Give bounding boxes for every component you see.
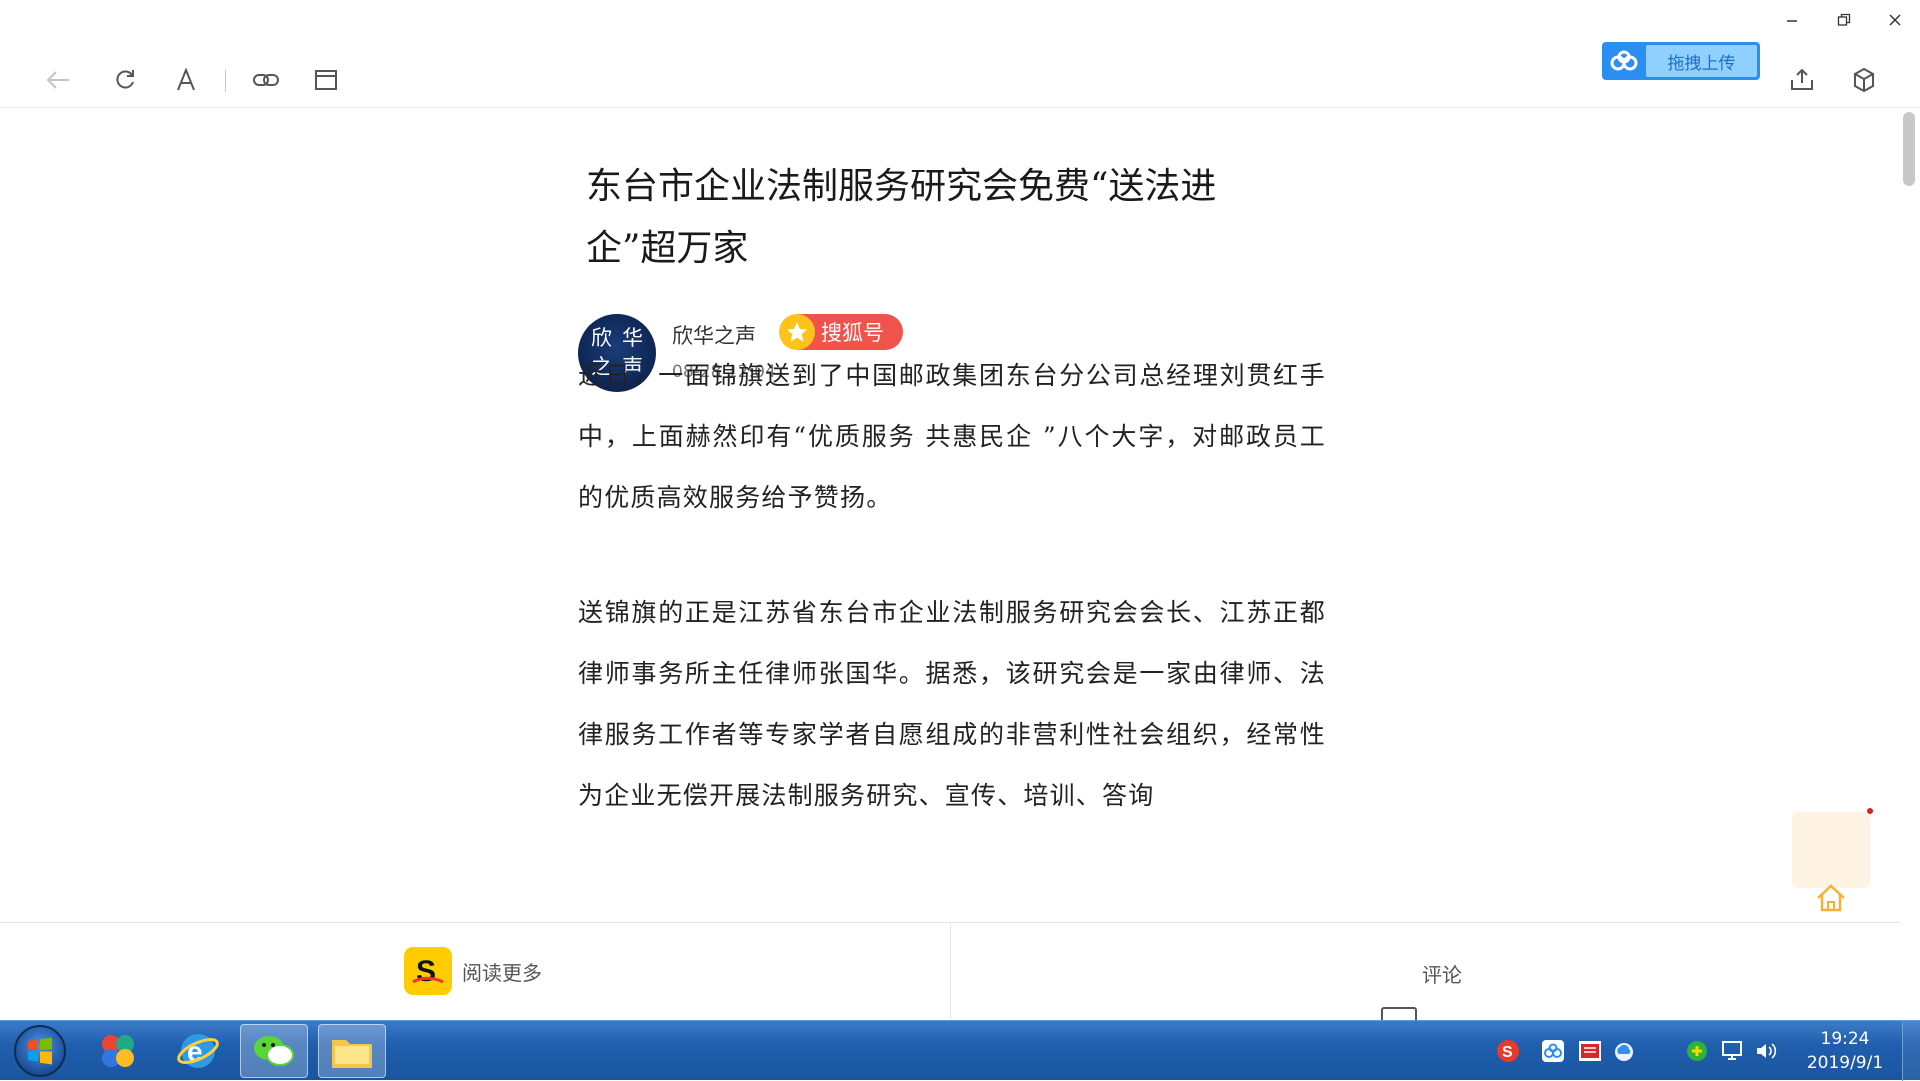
baidu-netdisk-tray-icon[interactable] <box>1541 1039 1565 1063</box>
badge-label: 搜狐号 <box>821 321 884 345</box>
taskbar-app-games[interactable] <box>84 1024 152 1078</box>
network-icon[interactable] <box>1720 1039 1744 1063</box>
title-line-1: 东台市企业法制服务研究会免费“送法进 <box>586 166 1217 207</box>
paragraph: 近日，一面锦旗送到了中国邮政集团东台分公司总经理刘贯红手中，上面赫然印有“优质服… <box>578 361 1326 512</box>
paragraph: 送锦旗的正是江苏省东台市企业法制服务研究会会长、江苏正都律师事务所主任律师张国华… <box>578 598 1326 810</box>
copy-link-button[interactable] <box>248 64 284 96</box>
sohu-logo-icon: S <box>404 947 452 995</box>
taskbar-clock[interactable]: 19:24 2019/9/1 <box>1800 1027 1890 1075</box>
font-size-button[interactable] <box>168 64 204 96</box>
svg-text:S: S <box>416 955 436 988</box>
scroll-thumb[interactable] <box>1903 112 1915 186</box>
windows-logo-icon <box>28 1037 52 1065</box>
comments-button[interactable]: 评论 <box>1422 959 1462 988</box>
open-in-browser-button[interactable] <box>308 64 344 96</box>
refresh-button[interactable] <box>107 64 143 96</box>
link-icon <box>253 74 279 86</box>
restore-button[interactable] <box>1824 8 1864 32</box>
security-tray-icon[interactable] <box>1685 1039 1709 1063</box>
news-tray-icon[interactable] <box>1578 1039 1602 1063</box>
arrow-left-icon <box>46 71 69 89</box>
read-more-button[interactable]: S 阅读更多 <box>404 947 542 995</box>
font-icon <box>177 68 195 91</box>
taskbar-app-ie[interactable]: e <box>164 1024 232 1078</box>
clock-date: 2019/9/1 <box>1806 1053 1884 1073</box>
restore-icon <box>1837 13 1851 26</box>
toolbar: 拖拽上传 <box>0 0 1920 108</box>
show-desktop-button[interactable] <box>1902 1021 1920 1081</box>
volume-icon[interactable] <box>1754 1039 1778 1063</box>
title-line-2: 企”超万家 <box>586 228 749 269</box>
internet-explorer-icon: e <box>177 1034 219 1068</box>
home-button[interactable] <box>1813 880 1849 916</box>
home-icon <box>1817 884 1845 912</box>
cloud-tray-icon[interactable] <box>1612 1039 1636 1063</box>
folder-icon <box>332 1040 372 1068</box>
taskbar: e S 19:24 2019/9/1 <box>0 1020 1920 1081</box>
share-icon <box>1791 68 1813 90</box>
comment-icon <box>1381 1007 1417 1021</box>
upload-label: 拖拽上传 <box>1646 45 1757 77</box>
close-button[interactable] <box>1875 8 1915 32</box>
cube-icon <box>1854 67 1874 93</box>
game-icon <box>102 1035 134 1067</box>
article-title: 东台市企业法制服务研究会免费“送法进 企”超万家 <box>586 156 1246 280</box>
taskbar-app-wechat[interactable] <box>240 1024 308 1078</box>
window-icon <box>315 70 337 90</box>
article-content: 东台市企业法制服务研究会免费“送法进 企”超万家 欣 华 之 声 欣华之声 搜狐… <box>0 108 1896 922</box>
vertical-scrollbar[interactable] <box>1900 108 1920 922</box>
baidu-cloud-icon <box>1602 42 1646 80</box>
toolbar-separator <box>225 70 226 92</box>
drag-upload-button[interactable]: 拖拽上传 <box>1602 42 1760 80</box>
cube-button[interactable] <box>1846 64 1882 96</box>
svg-text:S: S <box>1502 1044 1513 1061</box>
sogou-input-icon[interactable]: S <box>1496 1039 1520 1063</box>
bottom-divider <box>950 923 951 1021</box>
minimize-icon <box>1787 20 1797 22</box>
taskbar-app-file-explorer[interactable] <box>318 1024 386 1078</box>
refresh-icon <box>116 70 134 89</box>
browser-window: 拖拽上传 东台市企业法制服务研究会免费“送法进 企”超万家 欣 华 之 声 欣华… <box>0 0 1920 1024</box>
floating-panel[interactable] <box>1792 812 1870 888</box>
start-button[interactable] <box>14 1025 66 1077</box>
bottom-bar: S 阅读更多 评论 <box>0 922 1900 1021</box>
wechat-icon <box>254 1036 294 1066</box>
share-button[interactable] <box>1784 64 1820 96</box>
back-button[interactable] <box>40 64 76 96</box>
minimize-button[interactable] <box>1772 8 1812 32</box>
notification-dot <box>1867 808 1873 814</box>
read-more-label: 阅读更多 <box>462 960 542 985</box>
clock-time: 19:24 <box>1820 1029 1870 1049</box>
close-icon <box>1889 14 1901 26</box>
